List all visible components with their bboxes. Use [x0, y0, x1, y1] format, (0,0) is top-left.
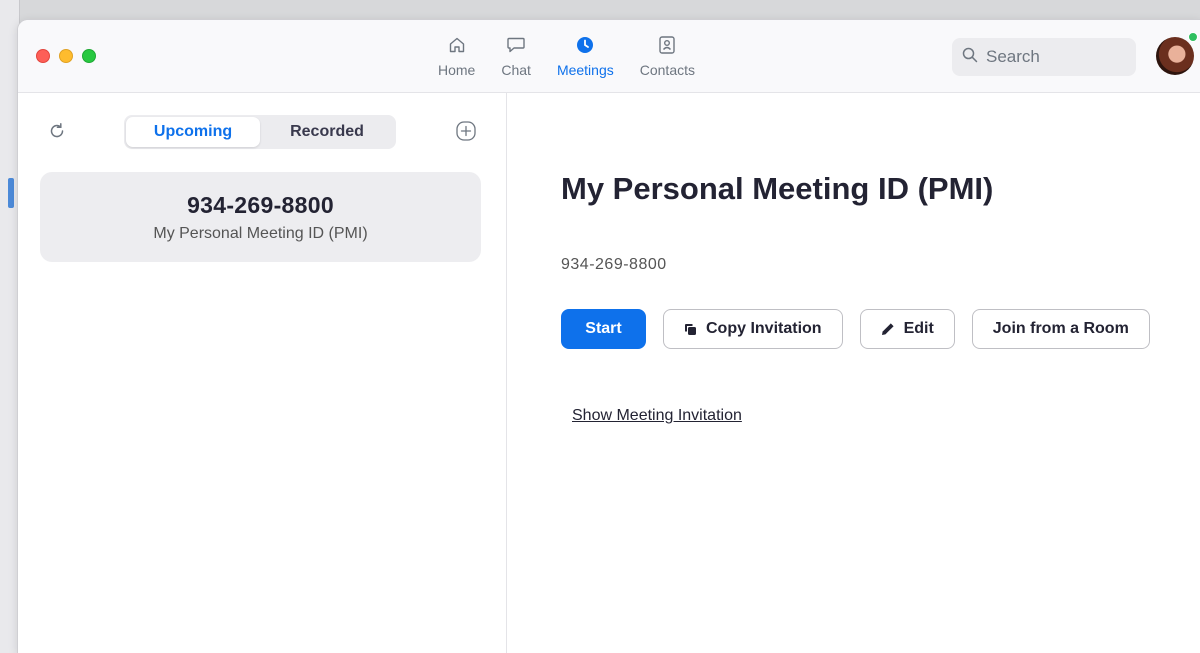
meeting-title: My Personal Meeting ID (PMI) — [561, 171, 994, 206]
tab-recorded[interactable]: Recorded — [260, 117, 394, 147]
home-icon — [446, 34, 468, 56]
avatar[interactable] — [1156, 37, 1194, 75]
copy-invitation-label: Copy Invitation — [706, 320, 822, 337]
pencil-icon — [881, 322, 895, 336]
presence-status-dot — [1188, 32, 1198, 42]
chat-icon — [505, 34, 527, 56]
background-window-marker — [8, 178, 14, 208]
search-input[interactable] — [986, 47, 1116, 67]
nav-label: Contacts — [639, 62, 695, 78]
meetings-sidebar: Upcoming Recorded 934-269-8800 My Person… — [18, 93, 507, 653]
search-box[interactable] — [952, 38, 1136, 76]
tab-upcoming[interactable]: Upcoming — [126, 117, 260, 147]
meeting-actions: Start Copy Invitation Edit Join from a R… — [561, 309, 1167, 349]
nav-meetings[interactable]: Meetings — [557, 34, 614, 78]
add-meeting-icon[interactable] — [455, 120, 477, 142]
copy-icon — [684, 323, 697, 336]
refresh-icon[interactable] — [48, 122, 68, 142]
edit-label: Edit — [903, 320, 934, 337]
maximize-window-button[interactable] — [82, 49, 96, 63]
nav-label: Meetings — [556, 62, 614, 78]
nav-label: Home — [438, 62, 476, 78]
minimize-window-button[interactable] — [59, 49, 73, 63]
nav-contacts[interactable]: Contacts — [640, 34, 695, 78]
show-meeting-invitation-link[interactable]: Show Meeting Invitation — [572, 407, 742, 425]
join-from-room-button[interactable]: Join from a Room — [971, 309, 1150, 349]
zoom-window: Home Chat Meetings Contacts Search Upcom… — [18, 20, 1200, 653]
meeting-detail: My Personal Meeting ID (PMI) 934-269-880… — [508, 93, 1200, 653]
meeting-id-text: 934-269-8800 — [561, 256, 667, 273]
window-controls — [36, 49, 96, 63]
meeting-list-item[interactable]: 934-269-8800 My Personal Meeting ID (PMI… — [40, 172, 481, 262]
meeting-number: 934-269-8800 — [187, 191, 334, 218]
nav-home[interactable]: Home — [438, 34, 475, 78]
meeting-name: My Personal Meeting ID (PMI) — [153, 224, 368, 242]
start-button[interactable]: Start — [561, 309, 646, 349]
nav-label: Chat — [501, 62, 531, 78]
background-window-edge — [0, 0, 20, 653]
contacts-icon — [656, 34, 678, 56]
search-icon — [962, 47, 978, 68]
main-nav: Home Chat Meetings Contacts — [438, 34, 721, 78]
nav-chat[interactable]: Chat — [501, 34, 531, 78]
copy-invitation-button[interactable]: Copy Invitation — [663, 309, 843, 349]
close-window-button[interactable] — [36, 49, 50, 63]
edit-button[interactable]: Edit — [859, 309, 955, 349]
title-bar: Home Chat Meetings Contacts Search — [18, 20, 1200, 93]
clock-icon — [574, 34, 596, 56]
meeting-tabs: Upcoming Recorded — [124, 115, 396, 149]
